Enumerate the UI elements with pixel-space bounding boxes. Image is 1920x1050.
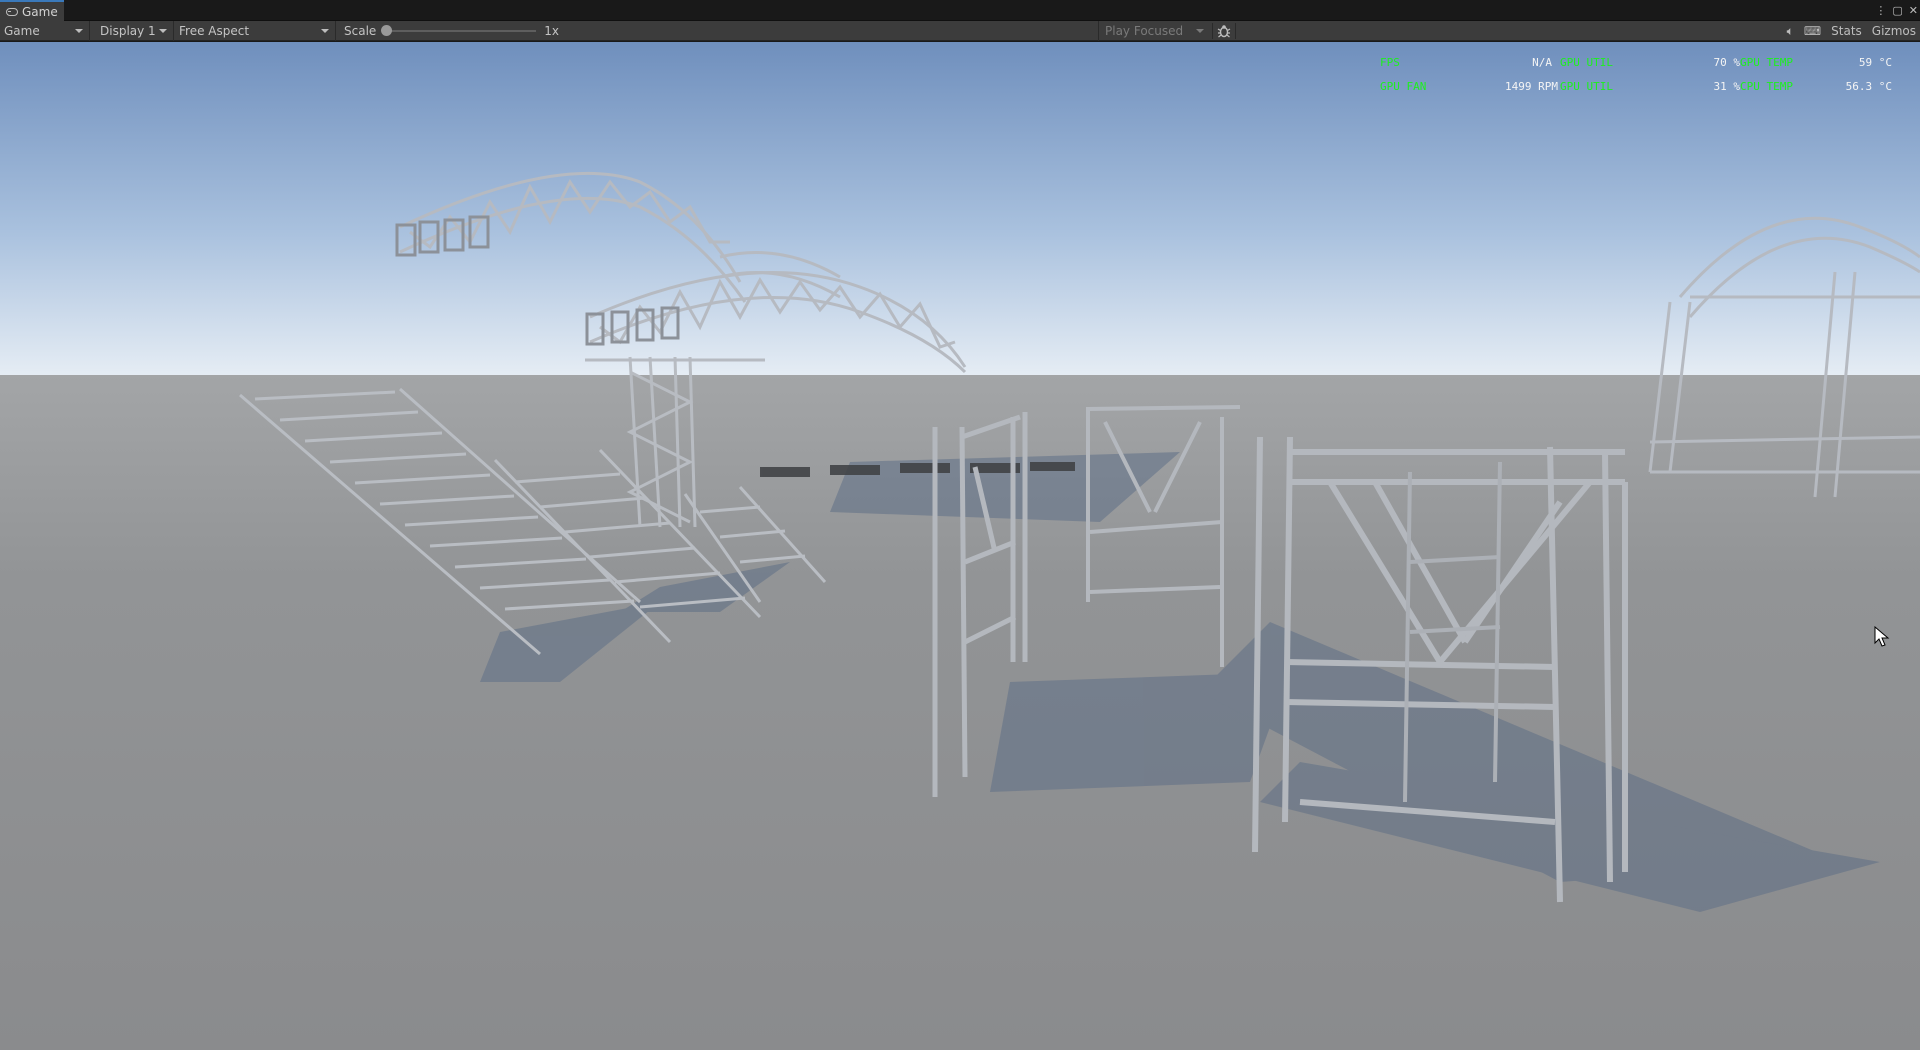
scale-label: Scale xyxy=(344,23,377,38)
aspect-dropdown[interactable]: Free Aspect xyxy=(174,20,336,41)
scale-slider[interactable] xyxy=(381,24,537,36)
play-mode-label: Play Focused xyxy=(1105,24,1184,38)
stats-button[interactable]: Stats xyxy=(1831,24,1862,38)
game-viewport[interactable]: FPS N/A GPU UTIL 70 % GPU TEMP 59 °C GPU… xyxy=(0,42,1920,1050)
chevron-down-icon xyxy=(321,28,329,33)
view-mode-label: Game xyxy=(4,23,40,38)
close-icon[interactable]: ✕ xyxy=(1909,4,1918,17)
bug-report-button[interactable] xyxy=(1212,23,1236,39)
tab-title: Game xyxy=(22,4,58,19)
bug-icon xyxy=(1217,25,1231,38)
tab-game[interactable]: Game xyxy=(0,0,64,21)
view-mode-dropdown[interactable]: Game xyxy=(0,20,90,41)
chevron-down-icon xyxy=(159,28,167,33)
game-controller-icon xyxy=(6,7,18,16)
keyboard-icon[interactable]: ⌨︎ xyxy=(1804,24,1821,38)
maximize-icon[interactable]: ▢ xyxy=(1892,4,1902,17)
game-view-toolbar: Game Display 1 Free Aspect Scale 1x Play… xyxy=(0,20,1920,41)
gizmos-button[interactable]: Gizmos xyxy=(1872,24,1916,38)
mouse-cursor-icon xyxy=(1874,626,1890,647)
scene-render xyxy=(0,42,1920,1050)
speaker-icon[interactable]: 🔈︎ xyxy=(1787,24,1794,39)
aspect-label: Free Aspect xyxy=(179,23,250,38)
chevron-down-icon xyxy=(1196,29,1204,33)
scale-slider-thumb[interactable] xyxy=(381,24,393,36)
display-label: Display 1 xyxy=(100,23,156,38)
sky xyxy=(0,42,1920,387)
scale-control: Scale 1x xyxy=(336,21,636,41)
view-options: 🔈︎ ⌨︎ Stats Gizmos xyxy=(1787,21,1916,41)
chevron-down-icon xyxy=(75,28,83,33)
window-controls: ⋮ ▢ ✕ xyxy=(1875,0,1918,21)
kebab-menu-icon[interactable]: ⋮ xyxy=(1875,4,1886,17)
tab-bar: Game ⋮ ▢ ✕ xyxy=(0,0,1920,21)
play-mode-dropdown[interactable]: Play Focused xyxy=(1098,21,1210,41)
display-dropdown[interactable]: Display 1 xyxy=(90,20,174,41)
scale-value: 1x xyxy=(544,23,560,38)
